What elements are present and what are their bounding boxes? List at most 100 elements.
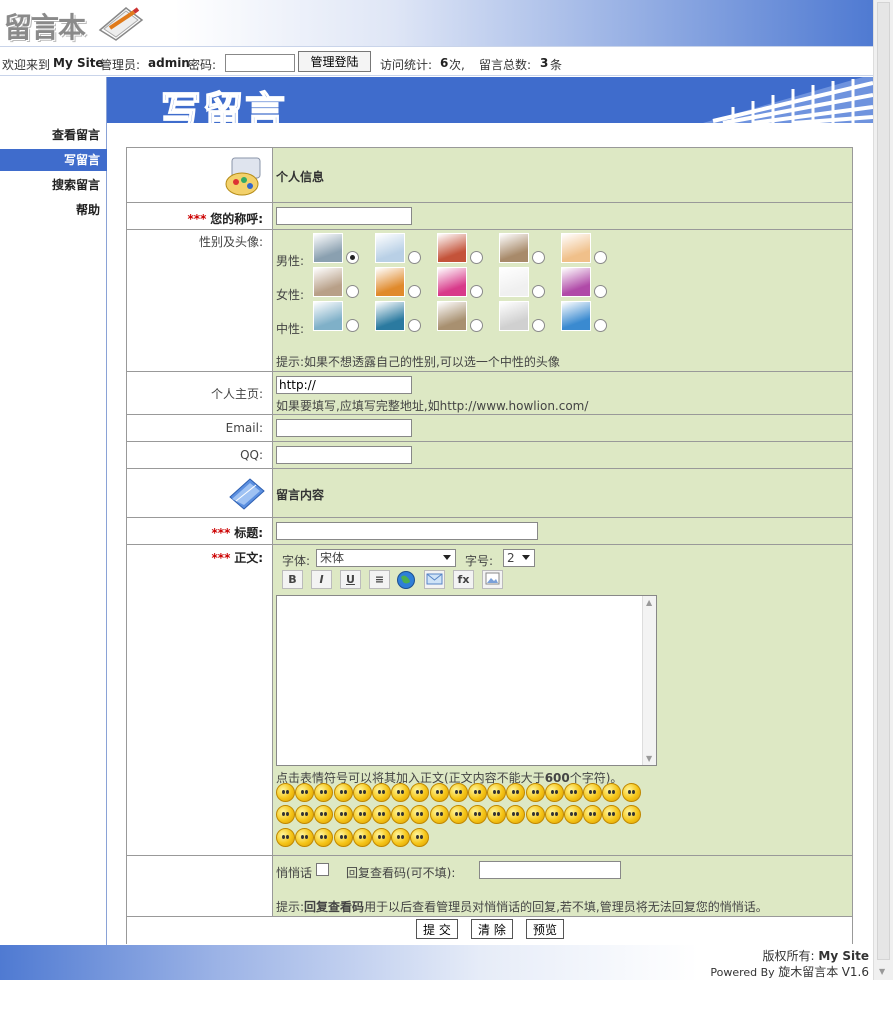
emoticon-icon[interactable] — [333, 828, 353, 847]
clear-button[interactable]: 清 除 — [471, 919, 513, 939]
male-avatar-radio-1[interactable] — [346, 251, 359, 264]
emoticon-icon[interactable] — [602, 805, 622, 824]
email-input[interactable] — [276, 419, 412, 437]
emoticon-icon[interactable] — [468, 783, 487, 802]
emoticon-icon[interactable] — [295, 783, 315, 802]
female-avatar-2[interactable] — [375, 267, 405, 297]
reply-code-input[interactable] — [479, 861, 621, 879]
sidebar-item-write[interactable]: 写留言 — [0, 149, 107, 171]
emoticon-icon[interactable] — [583, 805, 603, 824]
textarea-scrollbar[interactable]: ▲ ▼ — [642, 596, 656, 765]
male-avatar-radio-4[interactable] — [532, 251, 545, 264]
emoticon-icon[interactable] — [468, 805, 487, 824]
italic-button[interactable]: I — [311, 570, 332, 589]
qq-input[interactable] — [276, 446, 412, 464]
neutral-avatar-radio-3[interactable] — [470, 319, 483, 332]
emoticon-icon[interactable] — [372, 828, 391, 847]
emoticon-icon[interactable] — [276, 828, 295, 847]
emoticon-icon[interactable] — [544, 805, 564, 824]
emoticon-icon[interactable] — [410, 828, 430, 847]
emoticon-icon[interactable] — [352, 805, 372, 824]
emoticon-icon[interactable] — [621, 805, 641, 824]
font-select[interactable]: 宋体 — [316, 549, 456, 567]
female-avatar-radio-2[interactable] — [408, 285, 421, 298]
emoticon-icon[interactable] — [506, 805, 526, 824]
female-avatar-3[interactable] — [437, 267, 467, 297]
male-avatar-2[interactable] — [375, 233, 405, 263]
male-avatar-5[interactable] — [561, 233, 591, 263]
emoticon-icon[interactable] — [410, 783, 430, 802]
body-textarea[interactable]: ▲ ▼ — [276, 595, 657, 766]
male-avatar-radio-5[interactable] — [594, 251, 607, 264]
neutral-avatar-5[interactable] — [561, 301, 591, 331]
emoticon-icon[interactable] — [506, 783, 526, 802]
scrollbar-thumb[interactable] — [877, 2, 890, 960]
emoticon-icon[interactable] — [314, 805, 334, 824]
page-scrollbar[interactable]: ▼ — [873, 0, 893, 980]
emoticon-icon[interactable] — [276, 783, 295, 802]
emoticon-icon[interactable] — [352, 783, 372, 802]
underline-button[interactable]: U — [340, 570, 361, 589]
emoticon-icon[interactable] — [564, 805, 583, 824]
emoticon-icon[interactable] — [429, 783, 449, 802]
emoticon-icon[interactable] — [429, 805, 449, 824]
male-avatar-4[interactable] — [499, 233, 529, 263]
size-select[interactable]: 2 — [503, 549, 535, 567]
emoticon-icon[interactable] — [372, 783, 391, 802]
emoticon-icon[interactable] — [621, 783, 641, 802]
link-button[interactable] — [395, 570, 416, 589]
emoticon-icon[interactable] — [544, 783, 564, 802]
nickname-input[interactable] — [276, 207, 412, 225]
emoticon-icon[interactable] — [391, 828, 411, 847]
neutral-avatar-4[interactable] — [499, 301, 529, 331]
emoticon-icon[interactable] — [410, 805, 430, 824]
male-avatar-radio-2[interactable] — [408, 251, 421, 264]
emoticon-icon[interactable] — [276, 805, 295, 824]
emoticon-icon[interactable] — [314, 828, 334, 847]
submit-button[interactable]: 提 交 — [416, 919, 458, 939]
admin-login-button[interactable]: 管理登陆 — [298, 51, 371, 72]
emoticon-icon[interactable] — [525, 783, 545, 802]
female-avatar-1[interactable] — [313, 267, 343, 297]
sidebar-item-view[interactable]: 查看留言 — [0, 124, 107, 146]
emoticon-icon[interactable] — [391, 783, 411, 802]
emoticon-icon[interactable] — [333, 783, 353, 802]
male-avatar-1[interactable] — [313, 233, 343, 263]
emoticon-icon[interactable] — [295, 828, 315, 847]
neutral-avatar-2[interactable] — [375, 301, 405, 331]
emoticon-icon[interactable] — [333, 805, 353, 824]
scroll-down-icon[interactable]: ▼ — [879, 967, 885, 976]
emoticon-icon[interactable] — [448, 783, 468, 802]
neutral-avatar-radio-1[interactable] — [346, 319, 359, 332]
male-avatar-3[interactable] — [437, 233, 467, 263]
bold-button[interactable]: B — [282, 570, 303, 589]
emoticon-icon[interactable] — [525, 805, 545, 824]
sidebar-item-help[interactable]: 帮助 — [0, 199, 107, 221]
female-avatar-radio-5[interactable] — [594, 285, 607, 298]
emoticon-icon[interactable] — [314, 783, 334, 802]
female-avatar-5[interactable] — [561, 267, 591, 297]
emoticon-icon[interactable] — [487, 805, 507, 824]
female-avatar-radio-4[interactable] — [532, 285, 545, 298]
flash-button[interactable]: fx — [453, 570, 474, 589]
emoticon-icon[interactable] — [564, 783, 583, 802]
female-avatar-radio-3[interactable] — [470, 285, 483, 298]
homepage-input[interactable] — [276, 376, 412, 394]
male-avatar-radio-3[interactable] — [470, 251, 483, 264]
emoticon-icon[interactable] — [372, 805, 391, 824]
female-avatar-radio-1[interactable] — [346, 285, 359, 298]
neutral-avatar-radio-2[interactable] — [408, 319, 421, 332]
email-link-button[interactable] — [424, 570, 445, 589]
emoticon-icon[interactable] — [295, 805, 315, 824]
preview-button[interactable]: 预览 — [526, 919, 565, 939]
neutral-avatar-1[interactable] — [313, 301, 343, 331]
emoticon-icon[interactable] — [602, 783, 622, 802]
neutral-avatar-radio-4[interactable] — [532, 319, 545, 332]
neutral-avatar-3[interactable] — [437, 301, 467, 331]
emoticon-icon[interactable] — [352, 828, 372, 847]
emoticon-icon[interactable] — [487, 783, 507, 802]
whisper-checkbox[interactable] — [316, 863, 329, 876]
female-avatar-4[interactable] — [499, 267, 529, 297]
center-button[interactable]: ≡ — [369, 570, 390, 589]
admin-password-input[interactable] — [225, 54, 295, 72]
